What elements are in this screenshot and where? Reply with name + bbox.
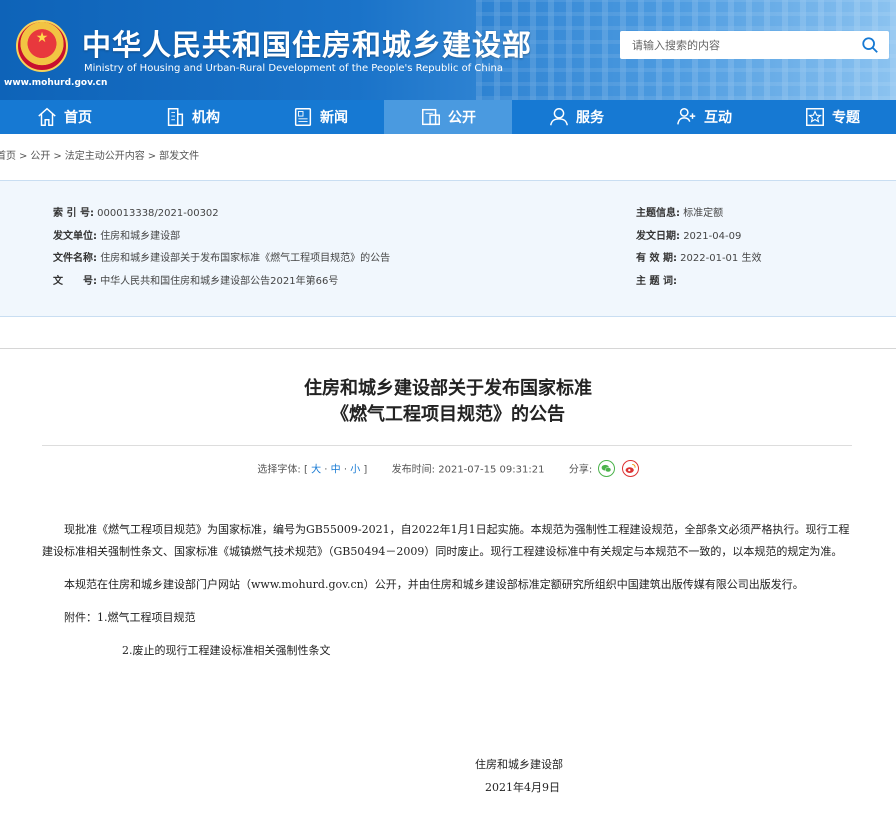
- info-keywords: 主 题 词:: [636, 276, 677, 287]
- info-valid: 有 效 期: 2022-01-01 生效: [636, 253, 762, 264]
- building-icon: [167, 108, 184, 126]
- nav-item-label: 机构: [192, 110, 220, 126]
- breadcrumb: 首页 > 公开 > 法定主动公开内容 > 部发文件: [0, 134, 896, 180]
- attachment-item[interactable]: 附件：1.燃气工程项目规范: [42, 607, 852, 629]
- document-info-panel: 索 引 号: 000013338/2021-00302 发文单位: 住房和城乡建…: [0, 180, 896, 317]
- info-docname: 文件名称: 住房和城乡建设部关于发布国家标准《燃气工程项目规范》的公告: [53, 253, 391, 264]
- info-date: 发文日期: 2021-04-09: [636, 231, 742, 242]
- search-box: [620, 31, 889, 59]
- nav-item-topic[interactable]: 专题: [768, 100, 896, 134]
- breadcrumb-item[interactable]: 部发文件: [159, 151, 199, 162]
- article-body: 现批准《燃气工程项目规范》为国家标准，编号为GB55009-2021，自2022…: [42, 519, 852, 662]
- paragraph: 现批准《燃气工程项目规范》为国家标准，编号为GB55009-2021，自2022…: [42, 523, 850, 558]
- info-topic: 主题信息: 标准定额: [636, 208, 724, 219]
- nav-item-open[interactable]: 公开: [384, 100, 512, 134]
- nav-item-organization[interactable]: 机构: [128, 100, 256, 134]
- nav-item-label: 专题: [832, 110, 860, 126]
- topic-icon: [806, 108, 824, 126]
- info-issuer: 发文单位: 住房和城乡建设部: [53, 231, 181, 242]
- title-divider: [42, 445, 852, 446]
- site-title[interactable]: 中华人民共和国住房和城乡建设部: [82, 22, 532, 64]
- weibo-share-icon[interactable]: [621, 460, 639, 477]
- breadcrumb-item[interactable]: 公开: [30, 151, 50, 162]
- nav-item-label: 服务: [576, 110, 604, 126]
- publish-time-label: 发布时间:: [391, 464, 436, 476]
- nav-item-label: 首页: [64, 110, 92, 126]
- paragraph: 本规范在住房和城乡建设部门户网站（www.mohurd.gov.cn）公开，并由…: [64, 578, 804, 591]
- nav-item-label: 公开: [448, 110, 476, 126]
- service-icon: [550, 108, 568, 126]
- nav-item-news[interactable]: 新闻: [256, 100, 384, 134]
- font-small-link[interactable]: 小: [350, 465, 360, 476]
- attachment-item[interactable]: 2.废止的现行工程建设标准相关强制性条文: [42, 640, 852, 662]
- wechat-share-icon[interactable]: [598, 460, 616, 477]
- font-size-label: 选择字体:: [257, 464, 301, 476]
- sign-date: 2021年4月9日: [485, 781, 560, 794]
- site-header: ★ www.mohurd.gov.cn 中华人民共和国住房和城乡建设部 Mini…: [0, 0, 896, 100]
- nav-item-interact[interactable]: 互动: [640, 100, 768, 134]
- nav-item-label: 新闻: [320, 110, 348, 126]
- info-docno: 文 号: 中华人民共和国住房和城乡建设部公告2021年第66号: [53, 276, 339, 287]
- nav-item-label: 互动: [704, 110, 732, 126]
- nav-item-service[interactable]: 服务: [512, 100, 640, 134]
- news-icon: [294, 108, 312, 126]
- font-large-link[interactable]: 大: [311, 465, 321, 476]
- info-index: 索 引 号: 000013338/2021-00302: [53, 208, 219, 219]
- main-nav: 首页 机构 新闻 公开 服务 互动 专题: [0, 100, 896, 134]
- search-icon[interactable]: [861, 36, 879, 54]
- signer: 住房和城乡建设部: [475, 758, 563, 771]
- font-medium-link[interactable]: 中: [331, 465, 341, 476]
- article-title: 住房和城乡建设部关于发布国家标准 《燃气工程项目规范》的公告: [304, 378, 592, 425]
- share-label: 分享:: [568, 464, 593, 476]
- divider: [0, 348, 896, 349]
- search-input[interactable]: [620, 31, 845, 59]
- home-icon: [38, 107, 56, 126]
- breadcrumb-item[interactable]: 首页: [0, 151, 16, 162]
- interact-icon: [677, 108, 696, 125]
- open-icon: [422, 108, 440, 126]
- breadcrumb-item[interactable]: 法定主动公开内容: [65, 151, 145, 162]
- national-emblem-icon[interactable]: ★: [16, 20, 68, 72]
- nav-item-home[interactable]: 首页: [0, 100, 128, 134]
- site-url: www.mohurd.gov.cn: [4, 78, 108, 88]
- publish-time: 2021-07-15 09:31:21: [438, 464, 545, 476]
- article-meta: 选择字体: [ 大 · 中 · 小 ] 发布时间: 2021-07-15 09:…: [0, 460, 896, 479]
- site-subtitle: Ministry of Housing and Urban-Rural Deve…: [84, 63, 503, 74]
